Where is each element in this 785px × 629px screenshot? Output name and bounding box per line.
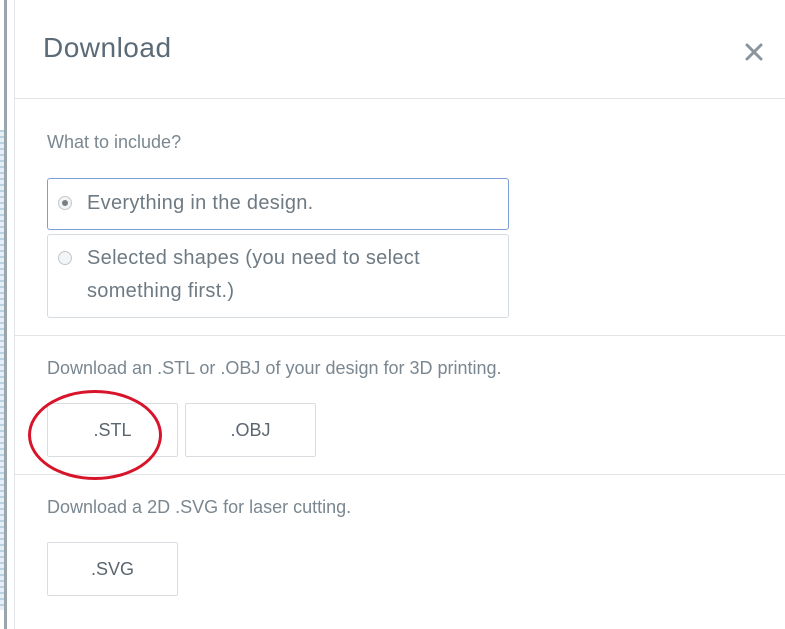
radio-selected-shapes[interactable] — [58, 251, 72, 265]
dialog-header: Download — [15, 0, 785, 99]
include-section: What to include? Everything in the desig… — [15, 99, 785, 336]
background-app-edge — [0, 0, 10, 629]
page: Download What to include? Everything in … — [0, 0, 785, 629]
download-dialog: Download What to include? Everything in … — [14, 0, 785, 629]
option-selected-shapes[interactable]: Selected shapes (you need to select some… — [47, 234, 509, 318]
include-question: What to include? — [47, 132, 182, 152]
laser-section: Download a 2D .SVG for laser cutting. .S… — [15, 475, 785, 629]
svg-download-button[interactable]: .SVG — [47, 542, 178, 596]
option-everything-label: Everything in the design. — [87, 192, 314, 214]
close-icon — [745, 43, 763, 61]
print3d-section: Download an .STL or .OBJ of your design … — [15, 336, 785, 475]
option-selected-shapes-label-line1: Selected shapes (you need to select — [87, 247, 420, 269]
stl-download-button[interactable]: .STL — [47, 403, 178, 457]
radio-everything[interactable] — [58, 196, 72, 210]
background-scrollbar — [4, 0, 7, 629]
background-workplane-grid — [0, 130, 4, 610]
print3d-description: Download an .STL or .OBJ of your design … — [47, 358, 502, 378]
laser-description: Download a 2D .SVG for laser cutting. — [47, 497, 352, 517]
close-button[interactable] — [740, 38, 768, 66]
obj-download-button[interactable]: .OBJ — [185, 403, 316, 457]
option-selected-shapes-label-line2: something first.) — [87, 280, 235, 302]
dialog-title: Download — [43, 32, 172, 63]
option-everything[interactable]: Everything in the design. — [47, 178, 509, 230]
